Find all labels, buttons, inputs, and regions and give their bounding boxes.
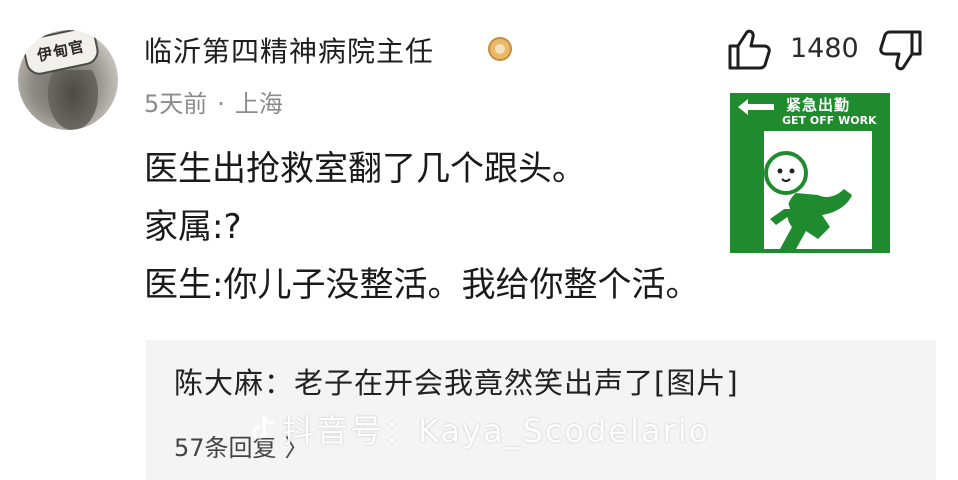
comment-time: 5天前 (144, 90, 208, 118)
like-count: 1480 (790, 33, 859, 64)
comment-body: 医生出抢救室翻了几个跟头。 家属:? 医生:你儿子没整活。我给你整个活。 (144, 140, 699, 314)
sticker-top-text: 紧急出勤 (786, 96, 851, 114)
comment-sticker-image[interactable]: 紧急出勤 GET OFF WORK (730, 93, 890, 253)
comment-line: 家属:? (144, 207, 242, 247)
douyin-logo-icon (250, 412, 278, 450)
avatar[interactable]: 伊甸官 (18, 30, 118, 130)
thumbs-up-icon[interactable] (726, 28, 774, 72)
reply-text[interactable]: 陈大麻：老子在开会我竟然笑出声了[图片] (174, 360, 739, 402)
comment-line: 医生出抢救室翻了几个跟头。 (144, 149, 586, 189)
comment-line: 医生:你儿子没整活。我给你整个活。 (144, 265, 700, 305)
watermark: 抖音号：Kaya_Scodelario (250, 406, 710, 452)
comment-location: 上海 (234, 90, 283, 118)
username[interactable]: 临沂第四精神病院主任 (144, 30, 434, 70)
meta-separator: · (217, 90, 225, 118)
arrow-left-icon (738, 99, 774, 115)
verified-badge-icon (488, 37, 512, 61)
running-figure-icon (764, 151, 852, 249)
watermark-text: 抖音号：Kaya_Scodelario (282, 412, 711, 450)
avatar-badge-text: 伊甸官 (35, 37, 87, 65)
thumbs-down-icon[interactable] (876, 28, 924, 72)
avatar-photo (48, 70, 98, 130)
comment-meta: 5天前 · 上海 (144, 84, 283, 119)
sticker-sub-text: GET OFF WORK (782, 114, 877, 127)
